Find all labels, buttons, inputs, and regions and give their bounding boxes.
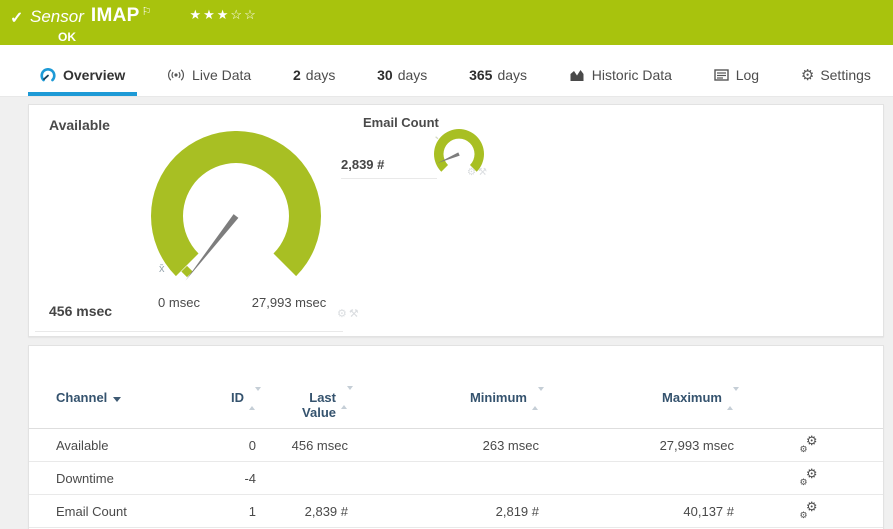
sort-icon — [249, 387, 261, 411]
sort-icon — [532, 387, 544, 411]
gauges-panel: Available x̄ 0 msec 27,993 msec 456 msec… — [28, 104, 884, 337]
table-header-row: Channel ID Last Value Minimum Maximum — [29, 346, 883, 429]
sensor-name: IMAP — [90, 5, 140, 26]
tab-label: Live Data — [192, 67, 252, 83]
column-header-channel[interactable]: Channel — [29, 390, 226, 405]
tab-prefix: 2 — [292, 67, 301, 83]
channel-settings-icon[interactable]: ⚙ ⚙ — [800, 467, 818, 487]
divider — [35, 331, 343, 332]
table-row: Available 0 456 msec 263 msec 27,993 mse… — [29, 429, 883, 462]
broadcast-icon — [167, 68, 185, 82]
log-list-icon — [714, 69, 729, 81]
tab-prefix: 30 — [377, 67, 393, 83]
area-chart-icon — [569, 69, 585, 82]
gauge-email-value: 2,839 # — [341, 157, 385, 172]
gauge-email-label: Email Count — [363, 115, 439, 130]
channel-id: 1 — [248, 503, 256, 519]
divider — [341, 178, 437, 179]
tab-settings[interactable]: ⚙ Settings — [789, 67, 883, 96]
tab-label: Overview — [63, 67, 126, 83]
tab-label: days — [397, 67, 428, 83]
channel-maximum: 27,993 msec — [659, 437, 734, 453]
channel-minimum: 263 msec — [482, 437, 539, 453]
tab-label: days — [305, 67, 336, 83]
available-gauge — [151, 131, 321, 281]
flag-icon[interactable]: ⚐ — [142, 5, 152, 18]
table-row: Downtime -4 ⚙ ⚙ — [29, 462, 883, 495]
tools-icon[interactable]: ⚒ — [478, 167, 489, 178]
tab-label: Historic Data — [591, 67, 672, 83]
channel-last-value: 2,839 # — [304, 503, 348, 519]
channel-maximum: 40,137 # — [683, 503, 734, 519]
gauge-available-label: Available — [49, 117, 110, 133]
column-header-minimum[interactable]: Minimum — [348, 387, 544, 411]
tab-live-data[interactable]: Live Data — [155, 67, 263, 96]
status-badge: OK — [58, 30, 76, 44]
table-row: Email Count 1 2,839 # 2,819 # 40,137 # ⚙… — [29, 495, 883, 528]
gear-icon[interactable]: ⚙ — [467, 167, 478, 178]
channel-name: Email Count — [56, 503, 127, 519]
channel-name: Available — [56, 437, 109, 453]
status-check-icon: ✓ — [10, 10, 24, 27]
gear-icon: ⚙ — [800, 66, 815, 84]
gauge-icon — [40, 67, 56, 83]
tab-prefix: 365 — [469, 67, 493, 83]
gauge-settings-icons[interactable]: ⚙⚒ — [467, 167, 489, 178]
tab-historic-data[interactable]: Historic Data — [557, 67, 684, 96]
prtg-sensor-page: ✓ Sensor IMAP ⚐ ★★★☆☆ OK Overview Live D… — [0, 0, 893, 529]
channel-settings-icon[interactable]: ⚙ ⚙ — [800, 500, 818, 520]
gauge-scale-min: 0 msec — [158, 295, 200, 310]
column-header-last-value[interactable]: Last Value — [256, 386, 353, 420]
tab-bar: Overview Live Data 2 days 30 days 365 da… — [0, 45, 893, 97]
sort-icon — [727, 387, 739, 411]
tools-icon[interactable]: ⚒ — [349, 308, 361, 320]
column-header-id[interactable]: ID — [226, 387, 261, 411]
gauge-settings-icons[interactable]: ⚙⚒ — [337, 307, 361, 320]
channel-minimum: 2,819 # — [495, 503, 539, 519]
tab-log[interactable]: Log — [702, 67, 771, 96]
tab-label: days — [497, 67, 528, 83]
column-header-maximum[interactable]: Maximum — [539, 387, 739, 411]
channel-id: -4 — [244, 470, 256, 486]
channel-table-panel: Channel ID Last Value Minimum Maximum Av… — [28, 345, 884, 529]
channel-settings-icon[interactable]: ⚙ ⚙ — [800, 434, 818, 454]
channel-name: Downtime — [56, 470, 114, 486]
tab-2-days[interactable]: 2 days — [281, 67, 347, 96]
sort-icon — [341, 386, 353, 420]
gear-icon[interactable]: ⚙ — [337, 308, 349, 320]
sensor-header: ✓ Sensor IMAP ⚐ ★★★☆☆ OK — [0, 0, 893, 45]
mean-marker-icon: x̄ — [159, 263, 165, 275]
priority-stars[interactable]: ★★★☆☆ — [189, 7, 257, 23]
tab-overview[interactable]: Overview — [28, 67, 138, 96]
tab-30-days[interactable]: 30 days — [365, 67, 439, 96]
gauge-scale-max: 27,993 msec — [251, 295, 327, 310]
gauge-available-value: 456 msec — [49, 303, 113, 319]
channel-last-value: 456 msec — [291, 437, 348, 453]
sensor-type-label: Sensor — [30, 7, 84, 26]
sort-desc-icon — [113, 397, 122, 402]
tab-365-days[interactable]: 365 days — [457, 67, 539, 96]
channel-id: 0 — [248, 437, 256, 453]
tab-label: Settings — [820, 67, 871, 83]
tab-label: Log — [735, 67, 760, 83]
